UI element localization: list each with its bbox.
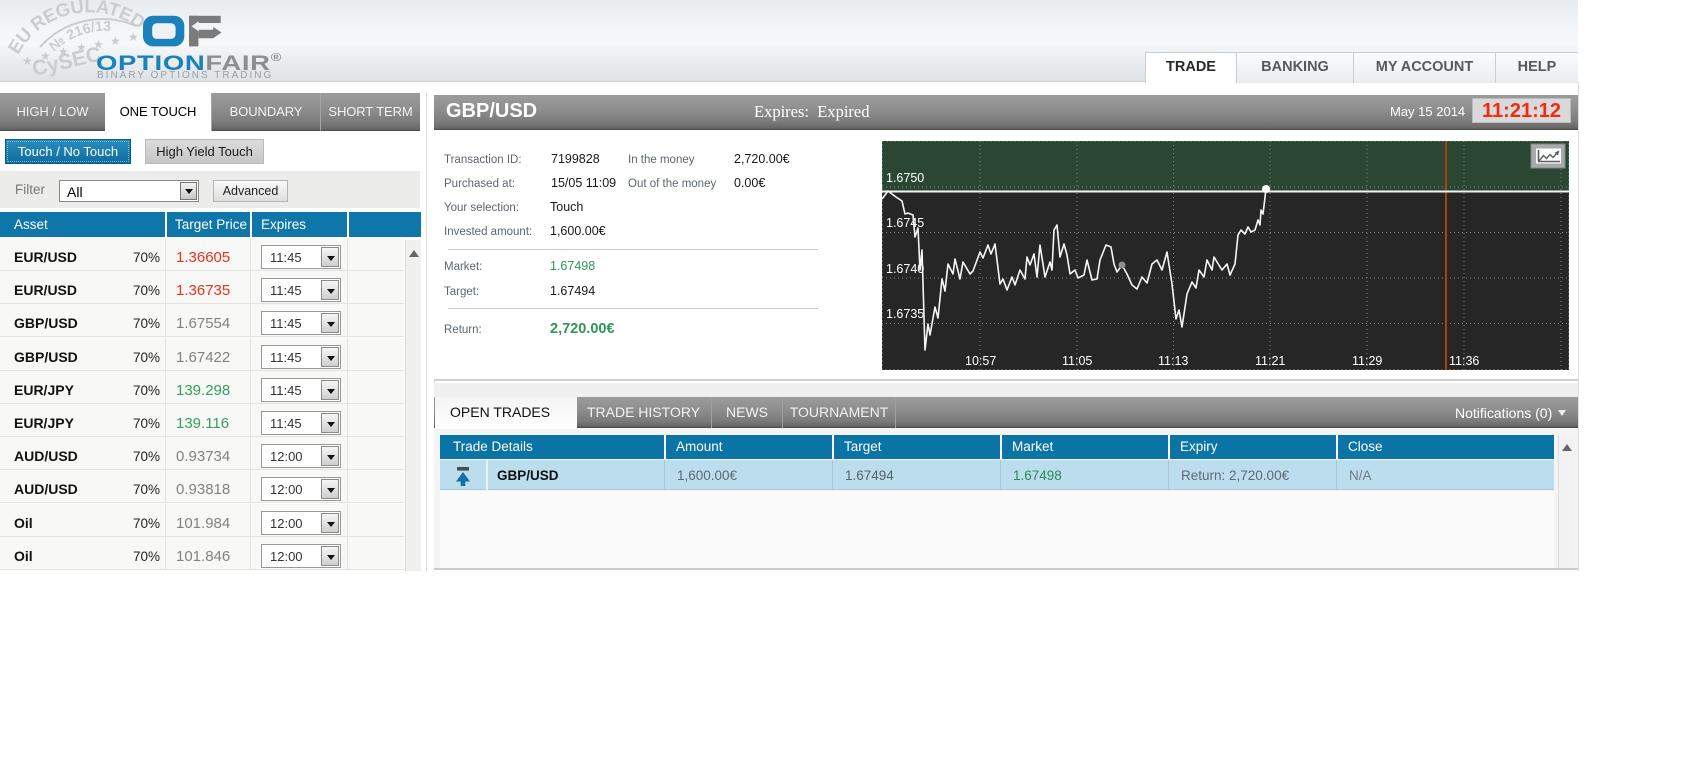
svg-text:11:21: 11:21	[1255, 354, 1285, 368]
svg-text:1.6745: 1.6745	[886, 216, 924, 230]
svg-text:1.6740: 1.6740	[886, 262, 924, 276]
svg-text:11:36: 11:36	[1449, 354, 1479, 368]
svg-text:1.6735: 1.6735	[886, 307, 924, 321]
svg-text:11:13: 11:13	[1158, 354, 1188, 368]
svg-text:10:57: 10:57	[965, 354, 996, 368]
svg-text:11:05: 11:05	[1062, 354, 1092, 368]
svg-text:★: ★	[110, 34, 121, 48]
svg-text:1.6750: 1.6750	[886, 171, 924, 185]
svg-text:11:29: 11:29	[1352, 354, 1382, 368]
